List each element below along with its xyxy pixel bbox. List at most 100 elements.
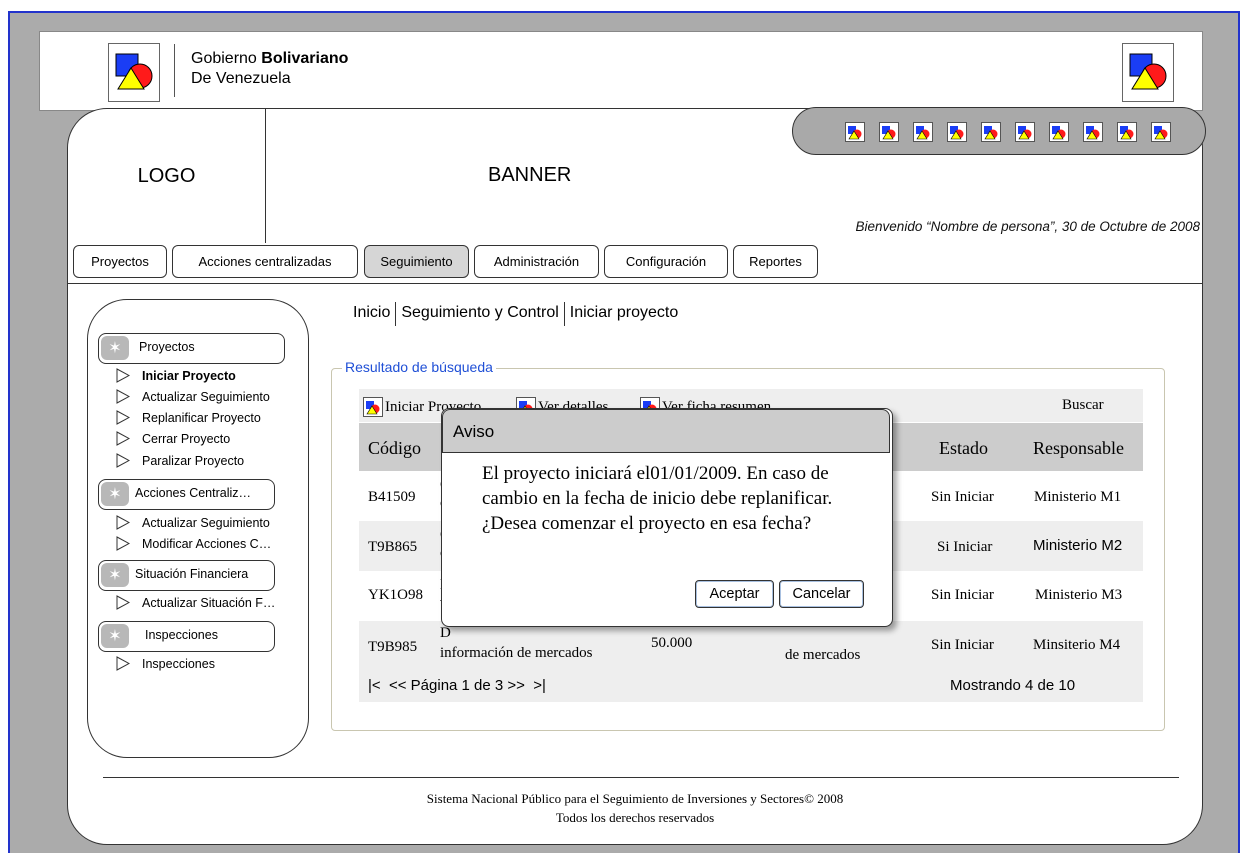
quick-link-icon[interactable] (947, 122, 967, 142)
cancel-button[interactable]: Cancelar (779, 580, 864, 608)
logo-area: LOGO (68, 109, 266, 243)
sidebar-group-inspecciones[interactable]: ✶ Inspecciones (98, 621, 275, 652)
group-label: Acciones Centraliz… (135, 486, 252, 500)
breadcrumb-inicio[interactable]: Inicio (348, 304, 395, 326)
banner: BANNER (488, 164, 572, 186)
accept-button[interactable]: Aceptar (695, 580, 774, 608)
button-label: Aceptar (709, 586, 760, 602)
item-label: Modificar Acciones C… (142, 536, 272, 551)
tabs-divider (68, 283, 1202, 284)
group-label: Inspecciones (145, 628, 218, 642)
tab-seguimiento[interactable]: Seguimiento (364, 245, 469, 278)
row-owner: Minsiterio M4 (1033, 637, 1121, 653)
table-row[interactable]: T9B985 D información de mercados 50.000 … (359, 621, 1143, 671)
pagination-controls[interactable]: |< << Página 1 de 3 >> >| (368, 677, 546, 694)
pagination: |< << Página 1 de 3 >> >| Mostrando 4 de… (359, 670, 1143, 702)
search-button[interactable]: Buscar (1062, 397, 1104, 414)
row-state: Sin Iniciar (931, 489, 994, 505)
notice-dialog: Aviso El proyecto iniciará el01/01/2009.… (441, 408, 893, 627)
sidebar-item-paralizar-proyecto[interactable]: Paralizar Proyecto (116, 453, 244, 468)
row-code: YK1O98 (368, 587, 423, 603)
footer: Sistema Nacional Público para el Seguimi… (68, 789, 1202, 827)
sidebar-item-cerrar-proyecto[interactable]: Cerrar Proyecto (116, 431, 230, 446)
tab-label: Seguimiento (380, 254, 453, 269)
quick-link-icon[interactable] (1117, 122, 1137, 142)
quick-link-icon[interactable] (913, 122, 933, 142)
sidebar-item-actualizar-seguimiento-2[interactable]: Actualizar Seguimiento (116, 515, 270, 530)
row-owner: Ministerio M1 (1034, 489, 1122, 505)
results-legend: Resultado de búsqueda (342, 359, 496, 375)
project-icon (363, 397, 383, 417)
sidebar: ✶ Proyectos Iniciar Proyecto Actualizar … (87, 299, 309, 758)
item-label: Cerrar Proyecto (142, 431, 231, 446)
gov-bold: Bolivariano (261, 50, 349, 67)
sidebar-group-acciones-centralizadas[interactable]: ✶ Acciones Centraliz… (98, 479, 275, 510)
item-label: Inspecciones (142, 656, 215, 671)
tab-acciones-centralizadas[interactable]: Acciones centralizadas (172, 245, 358, 278)
triangle-right-icon (116, 595, 130, 610)
group-label: Proyectos (139, 340, 195, 354)
triangle-right-icon (116, 536, 130, 551)
gov-line2: De Venezuela (191, 70, 291, 87)
tab-configuracion[interactable]: Configuración (604, 245, 728, 278)
row-state: Si Iniciar (937, 539, 993, 555)
star-icon: ✶ (101, 336, 129, 360)
footer-rights: Todos los derechos reservados (555, 810, 715, 825)
item-label: Actualizar Situación F… (142, 595, 276, 610)
quick-link-icon[interactable] (845, 122, 865, 142)
triangle-right-icon (116, 389, 130, 404)
triangle-right-icon (116, 453, 130, 468)
item-label: Replanificar Proyecto (142, 410, 261, 425)
breadcrumb: Inicio Seguimiento y Control Iniciar pro… (348, 302, 683, 326)
row-code: T9B865 (368, 539, 418, 555)
triangle-right-icon (116, 368, 130, 383)
column-state: Estado (939, 438, 988, 458)
footer-copyright: Sistema Nacional Público para el Seguimi… (426, 791, 844, 806)
tab-label: Reportes (749, 254, 802, 269)
triangle-right-icon (116, 431, 130, 446)
quick-link-icon[interactable] (1151, 122, 1171, 142)
sidebar-item-modificar-acciones[interactable]: Modificar Acciones C… (116, 536, 271, 551)
column-code: Código (368, 438, 422, 458)
sidebar-item-actualizar-situacion[interactable]: Actualizar Situación F… (116, 595, 275, 610)
tab-label: Configuración (625, 254, 707, 269)
button-label: Buscar (1062, 397, 1104, 413)
row-state: Sin Iniciar (931, 587, 994, 603)
row-amount: 50.000 (651, 635, 693, 651)
sidebar-group-proyectos[interactable]: ✶ Proyectos (98, 333, 285, 364)
sidebar-item-iniciar-proyecto[interactable]: Iniciar Proyecto (116, 368, 236, 383)
column-owner: Responsable (1033, 438, 1124, 458)
item-label: Paralizar Proyecto (142, 453, 245, 468)
breadcrumb-seguimiento[interactable]: Seguimiento y Control (396, 304, 563, 326)
button-label: Cancelar (792, 586, 851, 602)
triangle-right-icon (116, 515, 130, 530)
row-owner: Ministerio M2 (1033, 537, 1123, 554)
government-header: Gobierno Bolivariano De Venezuela (39, 31, 1203, 111)
item-label: Iniciar Proyecto (142, 368, 236, 383)
header-separator (174, 44, 175, 97)
row-code: T9B985 (368, 639, 418, 655)
quick-link-icon[interactable] (1049, 122, 1069, 142)
sidebar-item-replanificar-proyecto[interactable]: Replanificar Proyecto (116, 410, 261, 425)
row-code: B41509 (368, 489, 416, 505)
row-name: D (440, 625, 451, 641)
sidebar-item-inspecciones[interactable]: Inspecciones (116, 656, 215, 671)
tab-proyectos[interactable]: Proyectos (73, 245, 167, 278)
government-logo-right-icon (1122, 43, 1174, 102)
footer-divider (103, 777, 1179, 778)
quick-link-icon[interactable] (1015, 122, 1035, 142)
quick-link-icon[interactable] (981, 122, 1001, 142)
tab-label: Acciones centralizadas (198, 254, 332, 269)
tab-administracion[interactable]: Administración (474, 245, 599, 278)
dialog-message: El proyecto iniciará el01/01/2009. En ca… (482, 463, 833, 534)
item-label: Actualizar Seguimiento (142, 389, 270, 404)
triangle-right-icon (116, 410, 130, 425)
government-name: Gobierno Bolivariano De Venezuela (191, 49, 348, 89)
tab-reportes[interactable]: Reportes (733, 245, 818, 278)
row-extra: de mercados (785, 647, 861, 663)
sidebar-group-situacion-financiera[interactable]: ✶ Situación Financiera (98, 560, 275, 591)
welcome-message: Bienvenido “Nombre de persona”, 30 de Oc… (855, 219, 1200, 234)
sidebar-item-actualizar-seguimiento[interactable]: Actualizar Seguimiento (116, 389, 270, 404)
quick-link-icon[interactable] (1083, 122, 1103, 142)
quick-link-icon[interactable] (879, 122, 899, 142)
